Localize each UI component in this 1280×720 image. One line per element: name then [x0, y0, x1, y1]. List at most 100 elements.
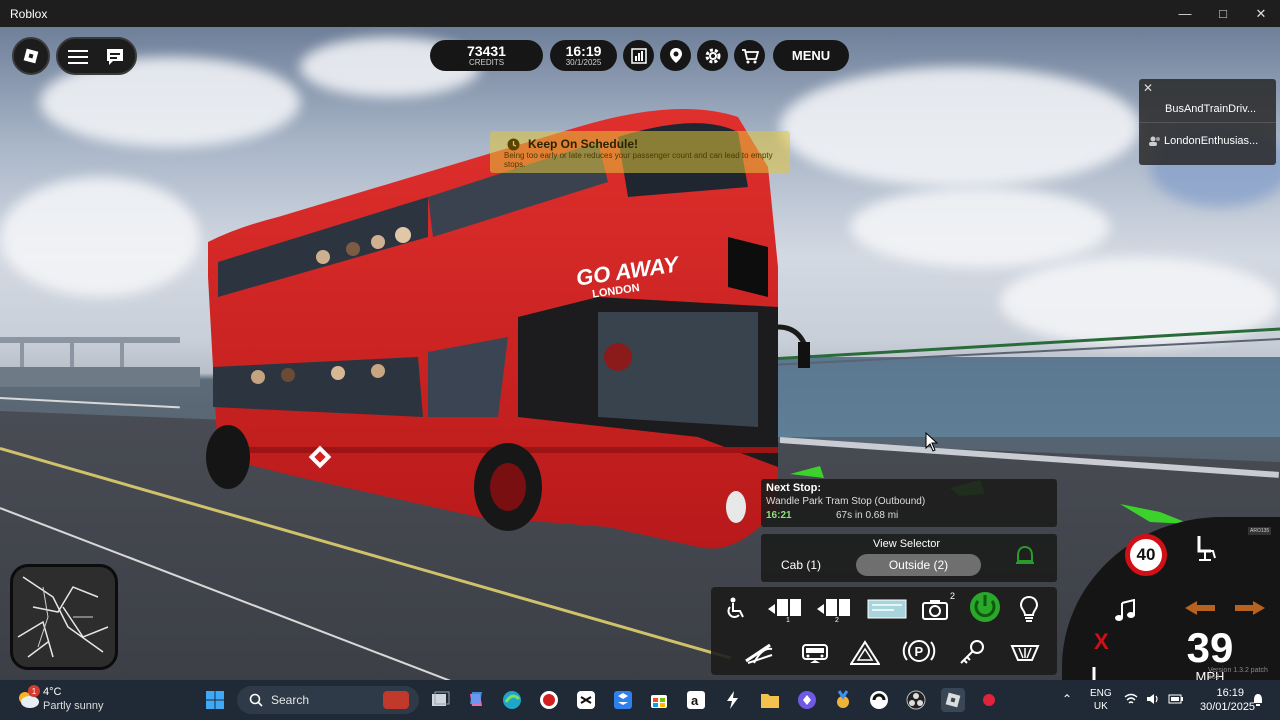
sea-graphic: [760, 357, 1280, 437]
close-window-button[interactable]: ✕: [1242, 0, 1280, 27]
driver-seat-icon[interactable]: [1193, 533, 1217, 563]
store-icon[interactable]: [647, 688, 671, 712]
destination-display-icon[interactable]: [866, 593, 908, 625]
weather-badge: 1: [28, 685, 40, 697]
hazard-icon[interactable]: [847, 637, 883, 669]
schedule-notification: Keep On Schedule! Being too early or lat…: [490, 131, 790, 173]
game-date: 30/1/2025: [565, 58, 602, 67]
volume-icon: [1147, 694, 1158, 704]
view-option-outside[interactable]: Outside (2): [856, 554, 981, 576]
start-button[interactable]: [203, 688, 227, 712]
view-selector-title: View Selector: [873, 538, 941, 550]
clock-date: 30/01/2025: [1200, 701, 1256, 713]
powerline-graphic: [770, 327, 1280, 366]
version-text: Version 1.3.2 patch 163: [1208, 667, 1268, 680]
weather-desc: Partly sunny: [43, 700, 104, 712]
light-bulb-icon[interactable]: [1011, 593, 1047, 625]
edge-icon[interactable]: [500, 688, 524, 712]
roblox-menu-button[interactable]: [12, 37, 50, 75]
location-pin-icon: [669, 47, 682, 63]
roblox-topbar-group: [56, 37, 137, 75]
window-titlebar: Roblox — □ ✕: [0, 0, 1280, 27]
wifi-icon: [1124, 693, 1138, 704]
copilot-icon[interactable]: [464, 688, 488, 712]
chevron-up-icon[interactable]: ⌃: [1062, 692, 1072, 706]
close-icon[interactable]: ✕: [1143, 81, 1153, 95]
next-stop-arrival: 16:21: [766, 510, 792, 521]
view-option-cab[interactable]: Cab (1): [771, 554, 831, 576]
dropbox-icon[interactable]: [611, 688, 635, 712]
app-icon-purple[interactable]: [795, 688, 819, 712]
speed-value: 39: [1186, 624, 1234, 671]
next-stop-eta: 67s in 0.68 mi: [836, 510, 899, 521]
music-icon[interactable]: [1114, 599, 1136, 623]
next-stop-label: Next Stop:: [766, 482, 821, 494]
player-item[interactable]: BusAndTrainDriv...: [1165, 103, 1256, 115]
shop-button[interactable]: [734, 40, 765, 71]
lightning-app-icon[interactable]: [721, 688, 745, 712]
camera-icon[interactable]: 2: [917, 591, 955, 625]
record-icon[interactable]: [537, 688, 561, 712]
language-bottom: UK: [1093, 701, 1108, 712]
game-viewport[interactable]: GO AWAY LONDON 73431 CREDITS 16:19 30/1/…: [0, 27, 1280, 680]
roblox-taskbar-icon[interactable]: [941, 688, 965, 712]
system-tray-icons[interactable]: [1124, 692, 1184, 706]
menu-button[interactable]: MENU: [773, 40, 849, 71]
minimize-button[interactable]: —: [1166, 0, 1204, 27]
amazon-icon[interactable]: a: [684, 688, 708, 712]
indicator-arrows[interactable]: [1185, 599, 1265, 617]
game-time: 16:19: [565, 43, 602, 59]
fan-icon[interactable]: [1007, 637, 1043, 669]
door-2-icon[interactable]: 2: [816, 593, 852, 625]
search-icon: [249, 693, 263, 707]
svg-text:a: a: [691, 693, 699, 708]
recording-dot-icon[interactable]: [977, 688, 1001, 712]
obs-icon[interactable]: [904, 688, 928, 712]
language-indicator[interactable]: ENG UK: [1090, 687, 1112, 713]
windows-taskbar: 1 4°C Partly sunny Search a ⌃ ENG UK 16:…: [0, 680, 1280, 720]
app-icon-dark[interactable]: [867, 688, 891, 712]
next-stop-name: Wandle Park Tram Stop (Outbound): [766, 496, 926, 507]
gear-icon: [705, 48, 720, 63]
friends-icon: [1149, 136, 1160, 146]
view-selector-panel: View Selector Cab (1) Outside (2): [761, 534, 1057, 582]
bar-chart-icon: [630, 47, 647, 64]
parking-brake-icon[interactable]: P: [901, 635, 937, 667]
maximize-button[interactable]: □: [1204, 0, 1242, 27]
notification-title: Keep On Schedule!: [528, 137, 639, 151]
left-indicator-icon: [1185, 601, 1215, 615]
file-explorer-icon[interactable]: [758, 688, 782, 712]
stats-button[interactable]: [623, 40, 654, 71]
bus-front-icon[interactable]: [797, 637, 833, 669]
wiper-icon[interactable]: [741, 637, 777, 669]
door-1-icon[interactable]: 1: [767, 593, 803, 625]
player-item-friend[interactable]: LondonEnthusias...: [1149, 135, 1258, 147]
svg-text:P: P: [915, 644, 924, 659]
task-view-icon[interactable]: [428, 688, 452, 712]
roblox-logo-icon: [23, 48, 39, 64]
medal-icon[interactable]: [831, 688, 855, 712]
minimap[interactable]: [10, 564, 118, 670]
taskbar-search[interactable]: Search: [237, 686, 419, 714]
weather-widget-icon[interactable]: 1: [16, 685, 40, 711]
taskbar-clock[interactable]: 16:19 30/01/2025: [1200, 686, 1256, 714]
settings-button[interactable]: [697, 40, 728, 71]
bell-icon[interactable]: [1013, 544, 1037, 570]
chat-icon[interactable]: [105, 47, 125, 65]
down-arrow-icon[interactable]: [1083, 665, 1105, 680]
language-top: ENG: [1090, 688, 1112, 699]
x-mark: X: [1094, 629, 1109, 654]
minimap-roads: [17, 576, 109, 658]
notification-body: Being too early or late reduces your pas…: [504, 151, 773, 169]
capcut-icon[interactable]: [574, 688, 598, 712]
hamburger-menu-icon[interactable]: [68, 48, 88, 66]
power-icon[interactable]: [967, 591, 1003, 623]
key-icon[interactable]: [953, 637, 989, 669]
bridge-graphic: [0, 337, 200, 387]
right-indicator-icon: [1235, 601, 1265, 615]
notification-bell-icon[interactable]: [1251, 693, 1265, 707]
wheelchair-icon[interactable]: [717, 593, 753, 625]
player-list: ✕ BusAndTrainDriv... LondonEnthusias...: [1139, 79, 1276, 165]
map-button[interactable]: [660, 40, 691, 71]
player-name: LondonEnthusias...: [1164, 135, 1259, 147]
